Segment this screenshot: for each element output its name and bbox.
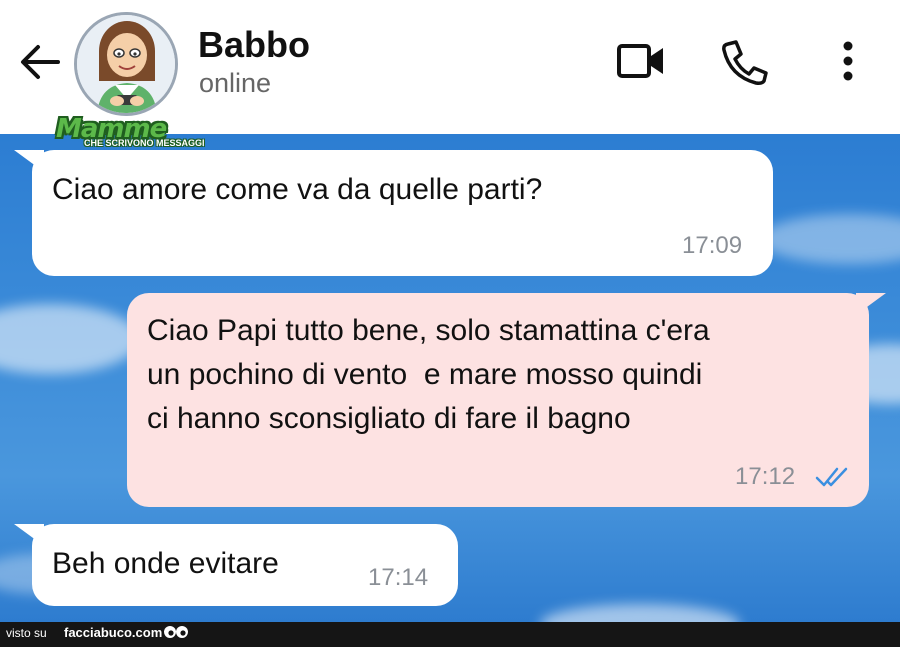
message-text: Beh onde evitare xyxy=(52,547,279,580)
more-options-button[interactable] xyxy=(822,38,874,86)
message-time: 17:12 xyxy=(735,463,796,490)
contact-status: online xyxy=(199,68,272,98)
bubble-tail xyxy=(856,293,886,315)
message-line-1: Ciao Papi tutto bene, solo stamattina c'… xyxy=(147,314,710,347)
message-time: 17:09 xyxy=(682,232,743,259)
eyes-icon xyxy=(164,626,188,638)
logo: Mamme CHE SCRIVONO MESSAGGI xyxy=(54,114,205,154)
watermark-prefix: visto su xyxy=(6,626,47,640)
back-arrow-icon xyxy=(21,45,60,79)
contact-avatar[interactable] xyxy=(72,10,182,116)
watermark-site[interactable]: facciabuco.com xyxy=(64,625,162,640)
logo-subtitle: CHE SCRIVONO MESSAGGI xyxy=(84,138,205,148)
contact-name[interactable]: Babbo xyxy=(198,24,310,66)
message-line-2: un pochino di vento e mare mosso quindi xyxy=(147,358,703,391)
back-button[interactable] xyxy=(18,42,62,82)
message-line-3: ci hanno sconsigliato di fare il bagno xyxy=(147,402,631,435)
message-time: 17:14 xyxy=(368,564,429,591)
watermark-footer: visto su facciabuco.com xyxy=(0,622,900,647)
video-call-button[interactable] xyxy=(614,38,666,86)
video-call-icon xyxy=(617,44,663,78)
double-check-icon xyxy=(815,467,848,487)
phone-icon xyxy=(722,40,768,85)
message-bubble-incoming[interactable]: Ciao amore come va da quelle parti? 17:0… xyxy=(32,150,773,276)
message-bubble-incoming[interactable]: Beh onde evitare 17:14 xyxy=(32,524,458,606)
more-options-icon xyxy=(843,41,853,81)
voice-call-button[interactable] xyxy=(718,38,770,86)
message-text: Ciao amore come va da quelle parti? xyxy=(52,173,543,206)
bubble-tail xyxy=(14,150,44,172)
avatar xyxy=(74,12,178,116)
chat-header: Mamme CHE SCRIVONO MESSAGGI Babbo online xyxy=(0,0,900,148)
message-bubble-outgoing[interactable]: Ciao Papi tutto bene, solo stamattina c'… xyxy=(127,293,869,507)
bubble-tail xyxy=(14,524,44,546)
